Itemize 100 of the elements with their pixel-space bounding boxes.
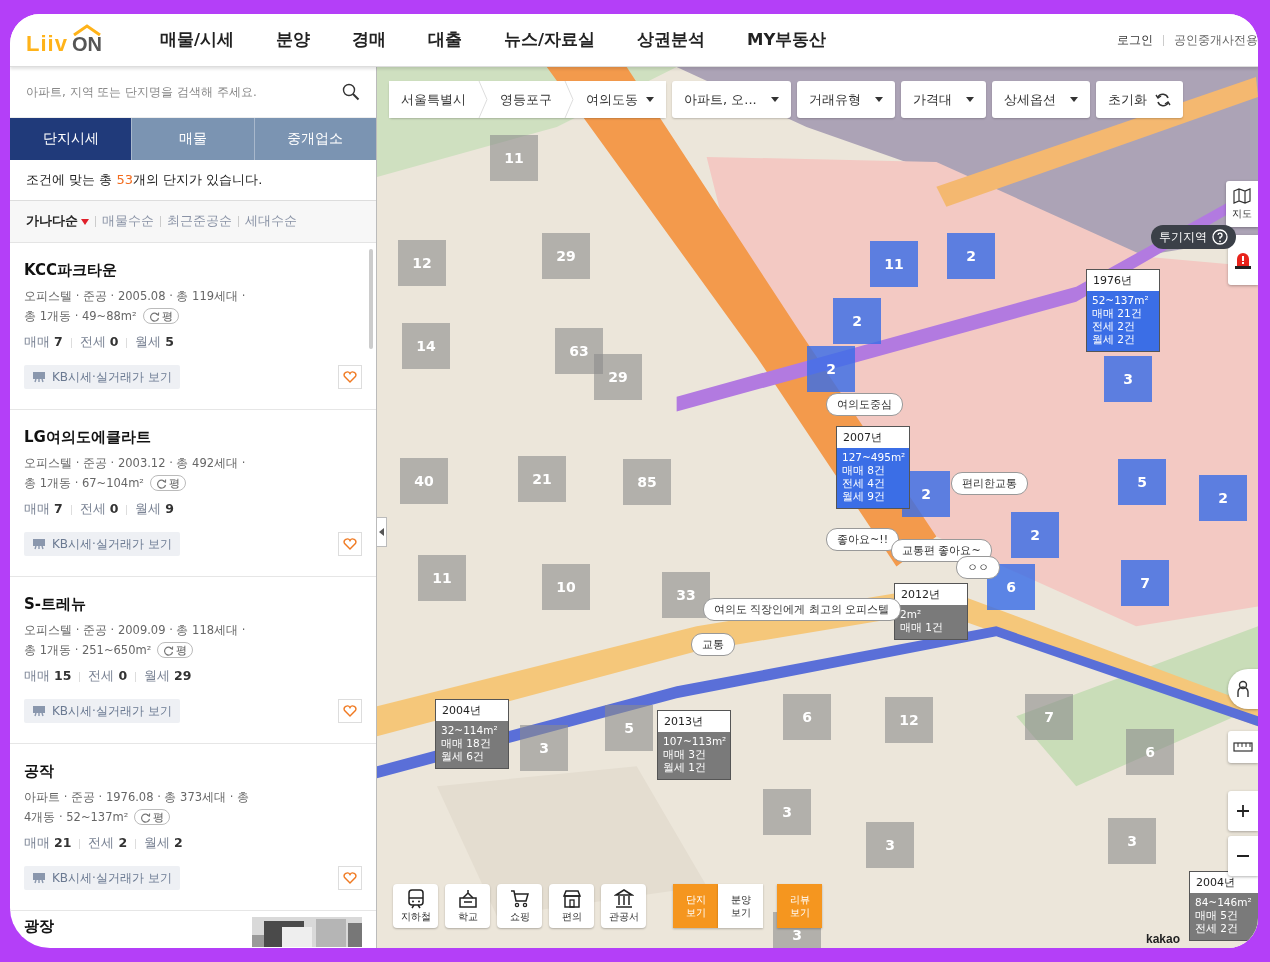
cluster-marker[interactable]: 7 <box>1025 694 1073 740</box>
price-button[interactable]: KB시세·실거래가 보기 <box>24 365 180 389</box>
listing-summary[interactable]: 107~113m² 매매 3건 월세 1건 <box>658 732 730 779</box>
cluster-marker[interactable]: 12 <box>398 240 446 286</box>
complex-name[interactable]: 광장 <box>24 917 54 948</box>
login-link[interactable]: 로그인 <box>1117 31 1153 49</box>
breadcrumb-item[interactable]: 영등포구 <box>488 81 564 118</box>
category-button[interactable]: 쇼핑 <box>497 884 542 928</box>
nav-link[interactable]: 경매 <box>352 29 387 51</box>
cluster-marker[interactable]: 12 <box>885 697 933 743</box>
nav-link[interactable]: 매물/시세 <box>160 29 235 51</box>
breadcrumb-item[interactable]: 여의도동 <box>574 81 666 118</box>
category-button[interactable]: 지하철 <box>393 884 438 928</box>
cluster-marker[interactable]: 21 <box>518 456 566 502</box>
reset-button[interactable]: 초기화 <box>1095 81 1183 118</box>
measure-button[interactable] <box>1228 731 1258 763</box>
nav-link[interactable]: 상권분석 <box>637 29 706 51</box>
cluster-marker[interactable]: 29 <box>594 354 642 400</box>
review-bubble[interactable]: ㅇㅇ <box>956 556 1000 579</box>
sort-option[interactable]: 세대수순 <box>245 213 297 230</box>
review-bubble[interactable]: 편리한교통 <box>951 472 1028 495</box>
scrollbar[interactable] <box>369 249 373 349</box>
favorite-button[interactable] <box>338 866 362 890</box>
zoom-in-button[interactable] <box>1228 791 1258 831</box>
cluster-marker[interactable]: 85 <box>623 459 671 505</box>
filter-dropdown[interactable]: 상세옵션 <box>991 81 1090 118</box>
listing-summary[interactable]: 32~114m² 매매 18건 월세 6건 <box>436 721 508 768</box>
listing-summary[interactable]: 2m² 매매 1건 <box>895 605 967 639</box>
review-bubble[interactable]: 여의도 직장인에게 최고의 오피스텔 <box>703 598 901 621</box>
cluster-marker[interactable]: 2 <box>1199 475 1247 521</box>
cluster-marker[interactable]: 2 <box>947 233 995 279</box>
nav-link[interactable]: 분양 <box>276 29 311 51</box>
cluster-marker[interactable]: 63 <box>555 328 603 374</box>
question-icon[interactable] <box>1212 229 1228 245</box>
cluster-marker[interactable]: 33 <box>662 572 710 618</box>
cluster-marker[interactable]: 6 <box>987 564 1035 610</box>
cluster-marker[interactable]: 3 <box>1108 818 1156 864</box>
cluster-marker[interactable]: 10 <box>542 564 590 610</box>
sort-option[interactable]: 가나다순 <box>26 213 89 230</box>
price-button[interactable]: KB시세·실거래가 보기 <box>24 866 180 890</box>
cluster-marker[interactable]: 40 <box>400 458 448 504</box>
alert-button[interactable] <box>1228 235 1258 285</box>
cluster-marker[interactable]: 14 <box>402 323 450 369</box>
complex-name[interactable]: 공작 <box>24 762 362 781</box>
cluster-marker[interactable]: 11 <box>490 135 538 181</box>
tab[interactable]: 중개업소 <box>253 118 376 160</box>
cluster-marker[interactable]: 2 <box>1011 512 1059 558</box>
cluster-marker[interactable]: 5 <box>1118 459 1166 505</box>
cluster-marker[interactable]: 3 <box>763 789 811 835</box>
price-button[interactable]: KB시세·실거래가 보기 <box>24 699 180 723</box>
logo[interactable]: Liiv ON <box>26 23 138 57</box>
cluster-marker[interactable]: 6 <box>783 694 831 740</box>
nav-link[interactable]: 대출 <box>428 29 463 51</box>
complex-name[interactable]: S-트레뉴 <box>24 595 362 614</box>
category-button[interactable]: 관공서 <box>601 884 646 928</box>
filter-dropdown[interactable]: 가격대 <box>900 81 986 118</box>
category-button[interactable]: 학교 <box>445 884 490 928</box>
cluster-marker[interactable]: 6 <box>1126 729 1174 775</box>
cluster-marker[interactable]: 2 <box>833 298 881 344</box>
complex-name[interactable]: KCC파크타운 <box>24 261 362 280</box>
review-bubble[interactable]: 여의도중심 <box>826 393 903 416</box>
search-icon[interactable] <box>342 83 360 101</box>
view-toggle[interactable]: 단지 보기 <box>673 884 718 928</box>
map-type-button[interactable]: 지도 <box>1226 181 1258 227</box>
cluster-marker[interactable]: 7 <box>1121 560 1169 606</box>
unit-toggle[interactable]: 평 <box>142 308 179 324</box>
category-button[interactable]: 편의 <box>549 884 594 928</box>
cluster-marker[interactable]: 29 <box>542 233 590 279</box>
nav-link[interactable]: MY부동산 <box>747 29 827 51</box>
unit-toggle[interactable]: 평 <box>157 642 194 658</box>
favorite-button[interactable] <box>338 699 362 723</box>
cluster-marker[interactable]: 3 <box>1104 356 1152 402</box>
sort-option[interactable]: 매물수순 <box>102 213 154 230</box>
cluster-marker[interactable]: 11 <box>418 555 466 601</box>
view-toggle[interactable]: 분양 보기 <box>718 884 763 928</box>
filter-dropdown[interactable]: 아파트, 오... <box>672 81 791 118</box>
listing-summary[interactable]: 52~137m² 매매 21건 전세 2건 월세 2건 <box>1087 291 1159 351</box>
cluster-marker[interactable]: 11 <box>870 241 918 287</box>
unit-toggle[interactable]: 평 <box>150 475 186 491</box>
review-bubble[interactable]: 좋아요~!! <box>826 528 900 551</box>
listing-summary[interactable]: 127~495m² 매매 8건 전세 4건 월세 9건 <box>837 448 909 508</box>
cluster-marker[interactable]: 2 <box>807 346 855 392</box>
cluster-marker[interactable]: 5 <box>605 705 653 751</box>
breadcrumb-item[interactable]: 서울특별시 <box>389 81 478 118</box>
filter-dropdown[interactable]: 거래유형 <box>796 81 895 118</box>
favorite-button[interactable] <box>338 532 362 556</box>
view-toggle[interactable]: 리뷰 보기 <box>777 884 822 928</box>
complex-name[interactable]: LG여의도에클라트 <box>24 428 362 447</box>
listing-summary[interactable]: 84~146m² 매매 5건 전세 2건 <box>1190 893 1258 940</box>
price-button[interactable]: KB시세·실거래가 보기 <box>24 532 180 556</box>
collapse-button[interactable] <box>377 517 387 547</box>
favorite-button[interactable] <box>338 365 362 389</box>
tab[interactable]: 단지시세 <box>10 118 132 160</box>
cluster-marker[interactable]: 3 <box>866 822 914 868</box>
tab[interactable]: 매물 <box>131 118 254 160</box>
nav-link[interactable]: 뉴스/자료실 <box>504 29 596 51</box>
sort-option[interactable]: 최근준공순 <box>167 213 232 230</box>
broker-link[interactable]: 공인중개사전용 <box>1174 31 1258 49</box>
cluster-marker[interactable]: 3 <box>520 725 568 771</box>
unit-toggle[interactable]: 평 <box>134 809 171 825</box>
